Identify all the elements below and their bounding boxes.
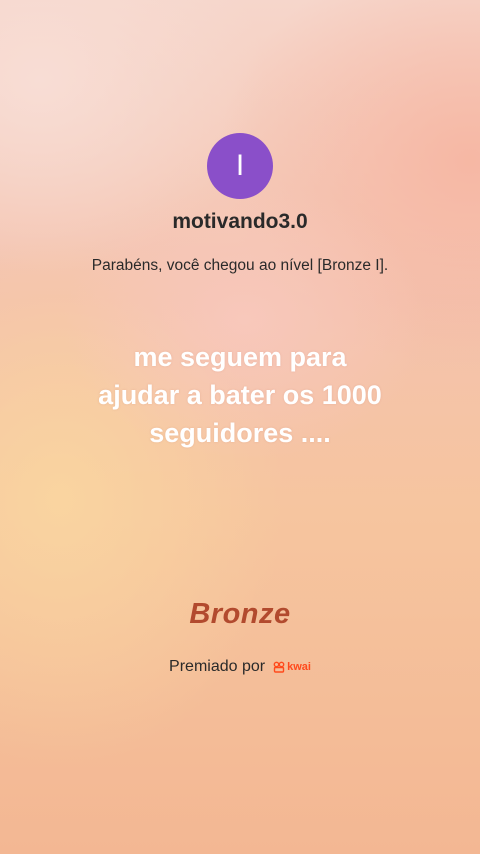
level-message: Parabéns, você chegou ao nível [Bronze I…: [91, 257, 389, 274]
kwai-logo-icon: [273, 661, 285, 673]
kwai-brand: kwai: [273, 661, 311, 673]
awarded-by-label: Premiado por: [169, 658, 266, 675]
caption-line: ajudar a bater os 1000: [98, 380, 382, 410]
username[interactable]: motivando3.0: [0, 210, 480, 234]
awarded-by: Premiado por kwai: [0, 658, 480, 676]
caption-text: me seguem para ajudar a bater os 1000 se…: [60, 338, 420, 452]
kwai-brand-name: kwai: [287, 661, 311, 673]
level-badge: Bronze: [189, 598, 291, 630]
caption-line: seguidores ....: [149, 418, 331, 448]
avatar[interactable]: I: [207, 133, 273, 199]
caption-line: me seguem para: [133, 342, 347, 372]
